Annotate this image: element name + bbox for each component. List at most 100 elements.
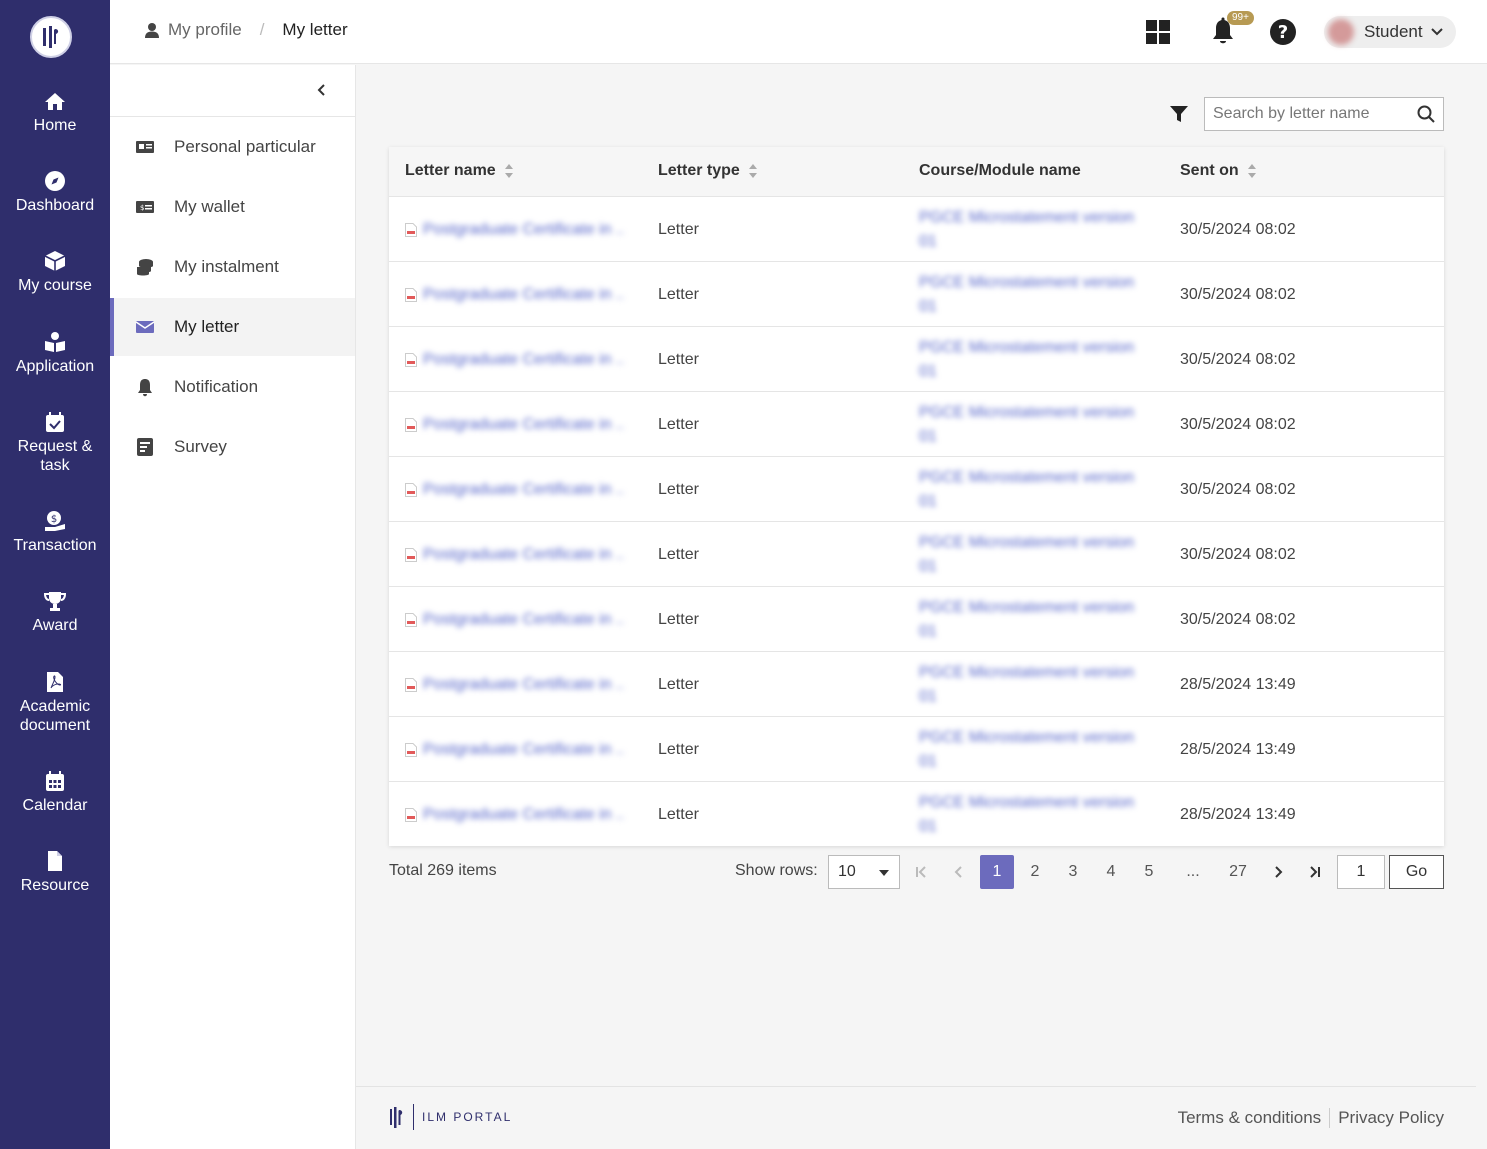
goto-page-input[interactable]	[1337, 855, 1385, 889]
nav-my-course[interactable]: My course	[0, 250, 110, 295]
letter-type-value: Letter	[658, 545, 699, 563]
letter-type-cell: Letter	[658, 587, 699, 652]
letter-type-cell: Letter	[658, 782, 699, 847]
search-icon[interactable]	[1417, 105, 1435, 128]
column-header-label: Sent on	[1180, 162, 1239, 179]
column-header-sent-on[interactable]: Sent on	[1180, 162, 1257, 180]
calendar-icon	[0, 770, 110, 792]
go-button[interactable]: Go	[1389, 855, 1444, 889]
letter-name-cell[interactable]: Postgraduate Certificate in ...	[405, 652, 623, 717]
nav-home[interactable]: Home	[0, 90, 110, 135]
sent-on-cell: 28/5/2024 13:49	[1180, 782, 1296, 847]
sort-icon	[1247, 164, 1256, 178]
subnav-label: My wallet	[174, 197, 245, 216]
subnav-my-instalment[interactable]: My instalment	[110, 238, 355, 296]
nav-calendar[interactable]: Calendar	[0, 770, 110, 815]
letter-name-cell[interactable]: Postgraduate Certificate in ...	[405, 457, 623, 522]
table-row: Postgraduate Certificate in ... Letter P…	[389, 587, 1444, 652]
nav-award[interactable]: Award	[0, 590, 110, 635]
letter-name-link[interactable]: Postgraduate Certificate in ...	[423, 806, 623, 824]
letter-type-cell: Letter	[658, 652, 699, 717]
nav-transaction[interactable]: $ Transaction	[0, 510, 110, 555]
subnav-label: Survey	[174, 437, 227, 456]
rows-per-page-value: 10	[838, 863, 856, 880]
letter-type-cell: Letter	[658, 262, 699, 327]
table-row: Postgraduate Certificate in ... Letter P…	[389, 522, 1444, 587]
user-menu-button[interactable]: Student	[1324, 16, 1456, 48]
letter-type-value: Letter	[658, 805, 699, 823]
sent-on-value: 30/5/2024 08:02	[1180, 350, 1296, 368]
letter-name-cell[interactable]: Postgraduate Certificate in ...	[405, 392, 623, 457]
column-header-letter-type[interactable]: Letter type	[658, 162, 758, 180]
letter-name-link[interactable]: Postgraduate Certificate in ...	[423, 221, 623, 239]
letter-name-link[interactable]: Postgraduate Certificate in ...	[423, 741, 623, 759]
page-button-3[interactable]: 3	[1056, 855, 1090, 889]
privacy-link[interactable]: Privacy Policy	[1338, 1108, 1444, 1128]
table-row: Postgraduate Certificate in ... Letter P…	[389, 327, 1444, 392]
sent-on-cell: 30/5/2024 08:02	[1180, 327, 1296, 392]
money-hand-icon: $	[0, 510, 110, 532]
brand-name: ILM PORTAL	[422, 1110, 513, 1124]
help-button[interactable]: ?	[1269, 18, 1297, 51]
letter-name-cell[interactable]: Postgraduate Certificate in ...	[405, 327, 623, 392]
nav-academic-document[interactable]: Academic document	[0, 671, 110, 735]
sent-on-value: 30/5/2024 08:02	[1180, 415, 1296, 433]
letter-name-link[interactable]: Postgraduate Certificate in ...	[423, 286, 623, 304]
letter-type-value: Letter	[658, 480, 699, 498]
coins-icon	[134, 257, 156, 277]
pdf-file-icon	[405, 742, 417, 757]
course-name-value: PGCE Microstatement version 01	[919, 598, 1135, 640]
logo[interactable]	[30, 16, 72, 58]
footer-divider	[356, 1086, 1476, 1087]
filter-button[interactable]	[1169, 104, 1189, 129]
nav-resource[interactable]: Resource	[0, 850, 110, 895]
sent-on-cell: 28/5/2024 13:49	[1180, 652, 1296, 717]
sent-on-value: 30/5/2024 08:02	[1180, 220, 1296, 238]
user-icon	[145, 22, 159, 38]
nav-request-task[interactable]: Request & task	[0, 411, 110, 475]
column-header-letter-name[interactable]: Letter name	[405, 162, 514, 180]
last-page-button[interactable]	[1298, 855, 1332, 889]
subnav-my-wallet[interactable]: $ My wallet	[110, 178, 355, 236]
letter-name-cell[interactable]: Postgraduate Certificate in ...	[405, 522, 623, 587]
pdf-file-icon	[405, 612, 417, 627]
terms-link[interactable]: Terms & conditions	[1178, 1108, 1322, 1128]
subnav-survey[interactable]: Survey	[110, 418, 355, 476]
letter-name-cell[interactable]: Postgraduate Certificate in ...	[405, 782, 623, 847]
page-button-2[interactable]: 2	[1018, 855, 1052, 889]
search-input[interactable]	[1205, 105, 1405, 123]
course-cell: PGCE Microstatement version 01	[919, 262, 1139, 327]
page-button-1[interactable]: 1	[980, 855, 1014, 889]
apps-grid-button[interactable]	[1145, 19, 1171, 50]
letter-name-link[interactable]: Postgraduate Certificate in ...	[423, 416, 623, 434]
subnav-notification[interactable]: Notification	[110, 358, 355, 416]
avatar	[1328, 19, 1354, 45]
page-button-4[interactable]: 4	[1094, 855, 1128, 889]
letter-name-link[interactable]: Postgraduate Certificate in ...	[423, 611, 623, 629]
rows-per-page-select[interactable]: 10	[828, 855, 900, 889]
first-page-button[interactable]	[904, 855, 938, 889]
subnav-label: My letter	[174, 317, 240, 336]
collapse-sidebar-button[interactable]	[314, 81, 330, 104]
subnav-personal-particular[interactable]: Personal particular	[110, 118, 355, 176]
prev-page-button[interactable]	[942, 855, 976, 889]
letter-name-cell[interactable]: Postgraduate Certificate in ...	[405, 587, 623, 652]
letter-name-cell[interactable]: Postgraduate Certificate in ...	[405, 262, 623, 327]
footer-link-divider	[1329, 1108, 1331, 1128]
letter-name-link[interactable]: Postgraduate Certificate in ...	[423, 546, 623, 564]
breadcrumb-my-profile[interactable]: My profile	[144, 20, 242, 40]
nav-dashboard[interactable]: Dashboard	[0, 170, 110, 215]
next-page-button[interactable]	[1261, 855, 1295, 889]
letter-name-cell[interactable]: Postgraduate Certificate in ...	[405, 197, 623, 262]
page-button-27[interactable]: 27	[1221, 855, 1255, 889]
letter-name-cell[interactable]: Postgraduate Certificate in ...	[405, 717, 623, 782]
letter-name-link[interactable]: Postgraduate Certificate in ...	[423, 481, 623, 499]
compass-icon	[0, 170, 110, 192]
nav-application[interactable]: Application	[0, 331, 110, 376]
subnav-my-letter[interactable]: My letter	[110, 298, 355, 356]
letter-name-link[interactable]: Postgraduate Certificate in ...	[423, 676, 623, 694]
wallet-icon: $	[134, 199, 156, 215]
letter-name-link[interactable]: Postgraduate Certificate in ...	[423, 351, 623, 369]
page-ellipsis[interactable]: ...	[1176, 855, 1210, 889]
page-button-5[interactable]: 5	[1132, 855, 1166, 889]
